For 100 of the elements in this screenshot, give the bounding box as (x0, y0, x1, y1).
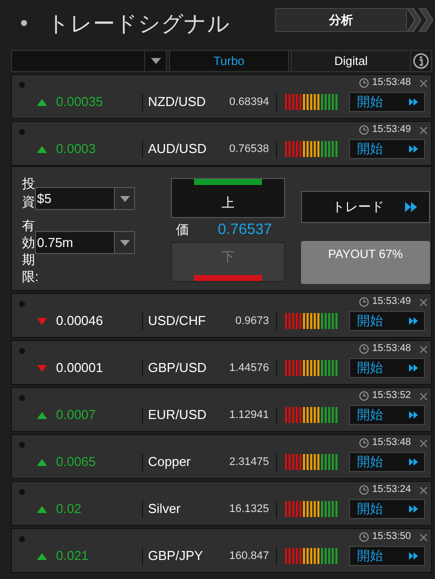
trade-button[interactable]: トレード (301, 191, 430, 223)
signal-row[interactable]: 15:53:48 0.00001 GBP/USD 1.44576 開始 (11, 340, 432, 385)
change-value: 0.0065 (56, 453, 96, 472)
signal-strength-meter-icon (285, 548, 339, 564)
close-icon[interactable] (420, 392, 427, 400)
fast-forward-icon (409, 364, 418, 372)
signal-strength-meter-icon (285, 360, 339, 376)
signal-strength-meter-icon (285, 407, 339, 423)
start-button[interactable]: 開始 (349, 139, 425, 159)
dropdown-arrow-icon (120, 240, 130, 246)
signal-strength-meter-icon (285, 501, 339, 517)
price-label: 価 (176, 221, 189, 240)
symbol-name: Silver (147, 500, 182, 518)
signal-time: 15:53:48 (372, 343, 411, 355)
trade-price: 0.76537 (218, 220, 273, 240)
signal-row[interactable]: 15:53:50 0.021 GBP/JPY 160.847 開始 (11, 528, 432, 573)
start-button[interactable]: 開始 (349, 358, 425, 378)
start-button[interactable]: 開始 (349, 546, 425, 566)
signal-time: 15:53:50 (372, 531, 411, 543)
change-value: 0.00035 (56, 93, 103, 112)
symbol-name: EUR/USD (147, 406, 208, 424)
change-value: 0.00001 (56, 359, 103, 378)
symbol-name: AUD/USD (147, 140, 208, 158)
start-button[interactable]: 開始 (349, 405, 425, 425)
change-value: 0.02 (56, 500, 82, 518)
change-value: 0.021 (56, 547, 89, 566)
clock-icon (359, 78, 370, 88)
close-icon[interactable] (420, 126, 427, 134)
dropdown-arrow-icon (150, 58, 160, 64)
fast-forward-icon (409, 411, 418, 419)
signal-row[interactable]: 15:53:24 0.02 Silver 16.1325 開始 (11, 481, 432, 526)
fast-forward-icon (409, 458, 418, 466)
clock-icon (359, 485, 370, 495)
fast-forward-icon (405, 202, 417, 212)
investment-label: 投資 (22, 175, 36, 211)
bullet-icon (21, 20, 27, 26)
dropdown-arrow-icon (120, 196, 130, 202)
page-title: トレードシグナル (47, 10, 231, 38)
symbol-name: GBP/JPY (147, 547, 204, 566)
investment-select[interactable]: $5 (35, 187, 135, 210)
symbol-name: USD/CHF (147, 312, 207, 330)
signal-time: 15:53:49 (372, 124, 411, 136)
symbol-name: NZD/USD (147, 93, 207, 112)
fast-forward-icon (409, 552, 418, 560)
symbol-price: 16.1325 (228, 502, 269, 517)
signal-row[interactable]: 15:53:49 0.0003 AUD/USD 0.76538 開始 (11, 121, 432, 166)
payout-badge: PAYOUT 67% (301, 241, 430, 284)
signal-strength-meter-icon (285, 313, 339, 329)
tab[interactable]: Digital (291, 51, 411, 71)
signal-time: 15:53:48 (372, 77, 411, 89)
close-icon[interactable] (420, 534, 427, 540)
signal-strength-meter-icon (285, 141, 339, 157)
start-button[interactable]: 開始 (349, 452, 425, 472)
symbol-price: 1.44576 (228, 360, 269, 376)
signal-time: 15:53:52 (372, 390, 411, 402)
clock-icon (359, 532, 370, 542)
clock-icon (359, 391, 370, 401)
clock-icon (359, 297, 370, 307)
symbol-price: 160.847 (228, 548, 269, 564)
signal-time: 15:53:48 (372, 437, 411, 449)
symbol-price: 0.68394 (228, 94, 269, 110)
fast-forward-icon (409, 145, 418, 153)
close-icon[interactable] (420, 346, 427, 352)
info-icon[interactable] (413, 53, 429, 69)
symbol-price: 2.31475 (228, 454, 269, 470)
fast-forward-icon (409, 98, 418, 106)
clock-icon (359, 125, 370, 135)
symbol-price: 1.12941 (228, 408, 269, 423)
symbol-name: Copper (147, 453, 192, 472)
change-value: 0.00046 (56, 312, 103, 330)
tab[interactable]: Turbo (169, 51, 289, 71)
change-value: 0.0007 (56, 406, 96, 424)
signal-row[interactable]: 15:53:52 0.0007 EUR/USD 1.12941 開始 (11, 387, 432, 432)
fast-forward-icon (409, 505, 418, 513)
signal-row[interactable]: 15:53:48 0.00035 NZD/USD 0.68394 開始 (11, 74, 432, 119)
signal-strength-meter-icon (285, 454, 339, 470)
analysis-button[interactable]: 分析 (275, 8, 407, 32)
start-button[interactable]: 開始 (349, 499, 425, 519)
expiry-select[interactable]: 0.75m (35, 231, 135, 254)
signal-row[interactable]: 15:53:48 0.0065 Copper 2.31475 開始 (11, 434, 432, 479)
change-value: 0.0003 (56, 140, 96, 158)
chevrons-icon (407, 8, 433, 32)
signal-time: 15:53:24 (372, 484, 411, 496)
close-icon[interactable] (420, 486, 427, 494)
signal-time: 15:53:49 (372, 296, 411, 308)
up-button[interactable]: 上 (171, 178, 285, 218)
close-icon[interactable] (420, 298, 427, 306)
fast-forward-icon (409, 317, 418, 325)
close-icon[interactable] (420, 440, 427, 446)
symbol-price: 0.76538 (228, 142, 269, 157)
symbol-price: 0.9673 (234, 314, 269, 329)
signal-row[interactable]: 15:53:49 0.00046 USD/CHF 0.9673 開始 (11, 293, 432, 338)
signal-strength-meter-icon (285, 94, 339, 110)
expiry-label: 有効期限: (22, 217, 36, 285)
close-icon[interactable] (420, 80, 427, 86)
clock-icon (359, 344, 370, 354)
start-button[interactable]: 開始 (349, 92, 425, 112)
clock-icon (359, 438, 370, 448)
symbol-name: GBP/USD (147, 359, 208, 378)
start-button[interactable]: 開始 (349, 311, 425, 331)
